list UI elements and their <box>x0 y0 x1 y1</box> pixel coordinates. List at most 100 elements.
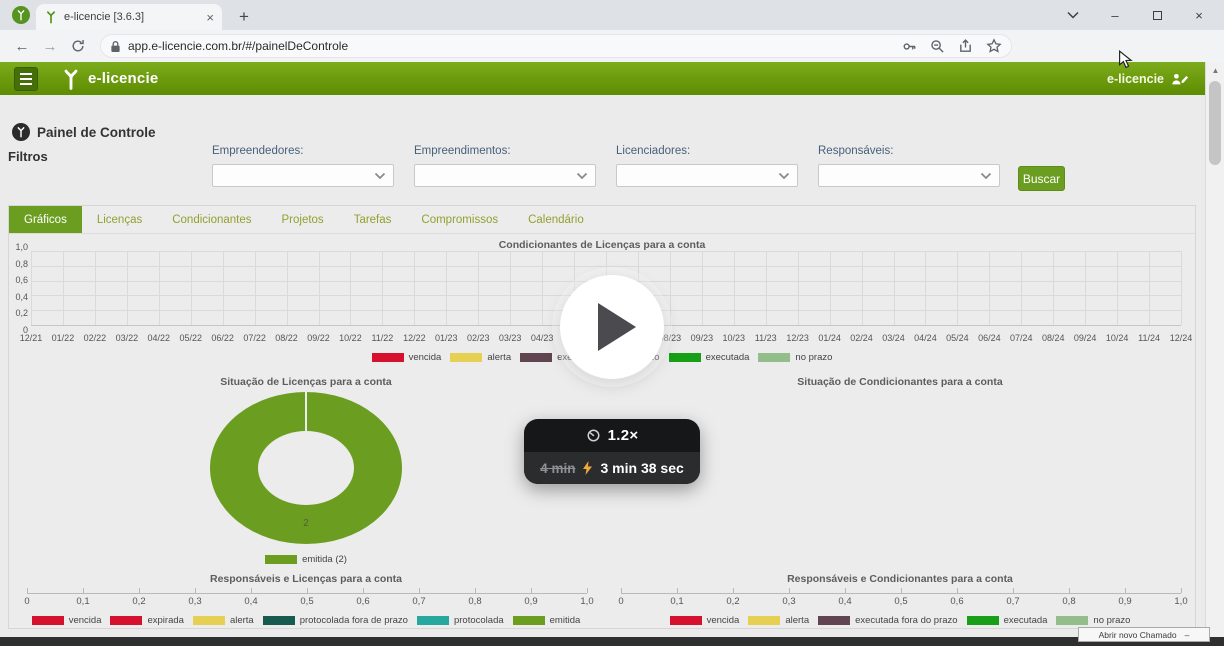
buscar-button[interactable]: Buscar <box>1018 166 1065 191</box>
axis-tick-label: 0 <box>24 596 29 607</box>
axis-tick <box>1181 588 1182 593</box>
legend-label: no prazo <box>795 352 832 363</box>
url-text[interactable]: app.e-licencie.com.br/#/painelDeControle <box>128 39 902 53</box>
menu-hamburger-button[interactable] <box>14 67 38 91</box>
reload-button[interactable] <box>64 33 92 59</box>
tab-close-icon[interactable]: × <box>206 10 214 25</box>
legend-swatch <box>818 616 850 625</box>
tab-gráficos[interactable]: Gráficos <box>9 206 82 233</box>
axis-tick-label: 0,4 <box>244 596 257 607</box>
screenshot-root: e-licencie [3.6.3] × + – × ← → app.e-lic… <box>0 0 1224 646</box>
account-name[interactable]: e-licencie <box>1107 72 1164 86</box>
axis-tick-label: 0,1 <box>76 596 89 607</box>
chamado-minimize-icon[interactable]: – <box>1185 630 1190 640</box>
bottom-left-axis <box>27 588 587 594</box>
back-button[interactable]: ← <box>8 33 36 59</box>
gridline-vertical <box>830 251 831 325</box>
tab-licenças[interactable]: Licenças <box>82 206 157 233</box>
scrollbar-up-arrow[interactable]: ▲ <box>1206 62 1224 79</box>
legend-label: emitida (2) <box>302 554 347 565</box>
new-tab-button[interactable]: + <box>232 5 256 29</box>
address-bar[interactable]: app.e-licencie.com.br/#/painelDeControle <box>100 34 1012 58</box>
axis-tick-label: 0,2 <box>132 596 145 607</box>
gridline-vertical <box>95 251 96 325</box>
donut-chart[interactable]: 2 <box>210 392 402 544</box>
legend-label: executada <box>706 352 750 363</box>
legend-item: emitida <box>513 615 581 626</box>
gridline-vertical <box>191 251 192 325</box>
gridline-vertical <box>1117 251 1118 325</box>
legend-label: executada fora do prazo <box>855 615 957 626</box>
speedometer-icon <box>586 428 601 443</box>
gridline-vertical <box>734 251 735 325</box>
page-scrollbar[interactable]: ▲ <box>1205 62 1224 637</box>
axis-tick-label: 0,8 <box>468 596 481 607</box>
filter-empreendimentos: Empreendimentos: <box>414 145 596 187</box>
responsaveis-select[interactable] <box>818 164 1000 187</box>
legend-item: protocolada fora de prazo <box>263 615 408 626</box>
filters-label: Filtros <box>8 149 48 164</box>
y-tick-label: 1,0 <box>15 242 28 252</box>
tab-favicon-tree-icon <box>44 10 58 24</box>
x-tick-label: 05/22 <box>179 333 202 343</box>
axis-tick <box>363 588 364 593</box>
legend-label: protocolada fora de prazo <box>300 615 408 626</box>
window-close-button[interactable]: × <box>1178 0 1220 30</box>
axis-tick-label: 0,3 <box>188 596 201 607</box>
x-tick-label: 12/21 <box>20 333 43 343</box>
filter-empreendedores: Empreendedores: <box>212 145 394 187</box>
zoom-out-icon[interactable] <box>930 39 945 54</box>
axis-tick <box>621 588 622 593</box>
dashboard-panel: GráficosLicençasCondicionantesProjetosTa… <box>8 205 1196 629</box>
axis-tick-label: 0,5 <box>300 596 313 607</box>
password-key-icon[interactable] <box>902 39 917 54</box>
brand-name[interactable]: e-licencie <box>88 70 158 87</box>
speed-value: 1.2× <box>608 427 639 444</box>
tab-projetos[interactable]: Projetos <box>267 206 339 233</box>
legend-item: vencida <box>32 615 102 626</box>
browser-tab[interactable]: e-licencie [3.6.3] × <box>36 4 222 30</box>
x-tick-label: 10/22 <box>339 333 362 343</box>
play-icon <box>598 303 636 351</box>
abrir-chamado-button[interactable]: Abrir novo Chamado – <box>1078 627 1210 642</box>
legend-item: alerta <box>748 615 809 626</box>
tab-calendário[interactable]: Calendário <box>513 206 599 233</box>
gridline-vertical <box>798 251 799 325</box>
empreendedores-select[interactable] <box>212 164 394 187</box>
legend-swatch <box>748 616 780 625</box>
share-icon[interactable] <box>958 39 973 54</box>
forward-button[interactable]: → <box>36 33 64 59</box>
scrollbar-thumb[interactable] <box>1209 81 1221 165</box>
window-minimize-button[interactable]: – <box>1094 0 1136 30</box>
tab-compromissos[interactable]: Compromissos <box>406 206 513 233</box>
chevron-down-icon <box>374 172 386 180</box>
chrome-menu-chevron-icon[interactable] <box>1052 0 1094 30</box>
lightning-bolt-icon <box>582 461 593 475</box>
tab-condicionantes[interactable]: Condicionantes <box>157 206 266 233</box>
legend-item: executada <box>967 615 1048 626</box>
legend-swatch <box>417 616 449 625</box>
gridline-vertical <box>1149 251 1150 325</box>
chevron-down-icon <box>576 172 588 180</box>
bookmark-star-icon[interactable] <box>986 38 1002 54</box>
tab-tarefas[interactable]: Tarefas <box>339 206 407 233</box>
legend-item: alerta <box>450 352 511 363</box>
page-header-logo-icon <box>12 123 30 141</box>
axis-tick-label: 1,0 <box>1174 596 1187 607</box>
legend-item: no prazo <box>758 352 832 363</box>
account-menu[interactable]: e-licencie <box>1107 72 1189 86</box>
window-restore-button[interactable] <box>1136 0 1178 30</box>
legend-label: vencida <box>707 615 740 626</box>
donut-slice-separator <box>305 392 307 431</box>
video-play-button[interactable] <box>560 275 664 379</box>
x-tick-label: 03/24 <box>882 333 905 343</box>
gridline-vertical <box>702 251 703 325</box>
tab-title: e-licencie [3.6.3] <box>64 11 200 23</box>
elicencie-logo-icon <box>60 68 82 90</box>
licenciadores-select[interactable] <box>616 164 798 187</box>
empreendimentos-select[interactable] <box>414 164 596 187</box>
filter-label: Responsáveis: <box>818 145 1000 157</box>
gridline-horizontal <box>31 251 1181 252</box>
playback-speed-pill[interactable]: 1.2× 4 min 3 min 38 sec <box>524 419 700 484</box>
axis-tick <box>419 588 420 593</box>
